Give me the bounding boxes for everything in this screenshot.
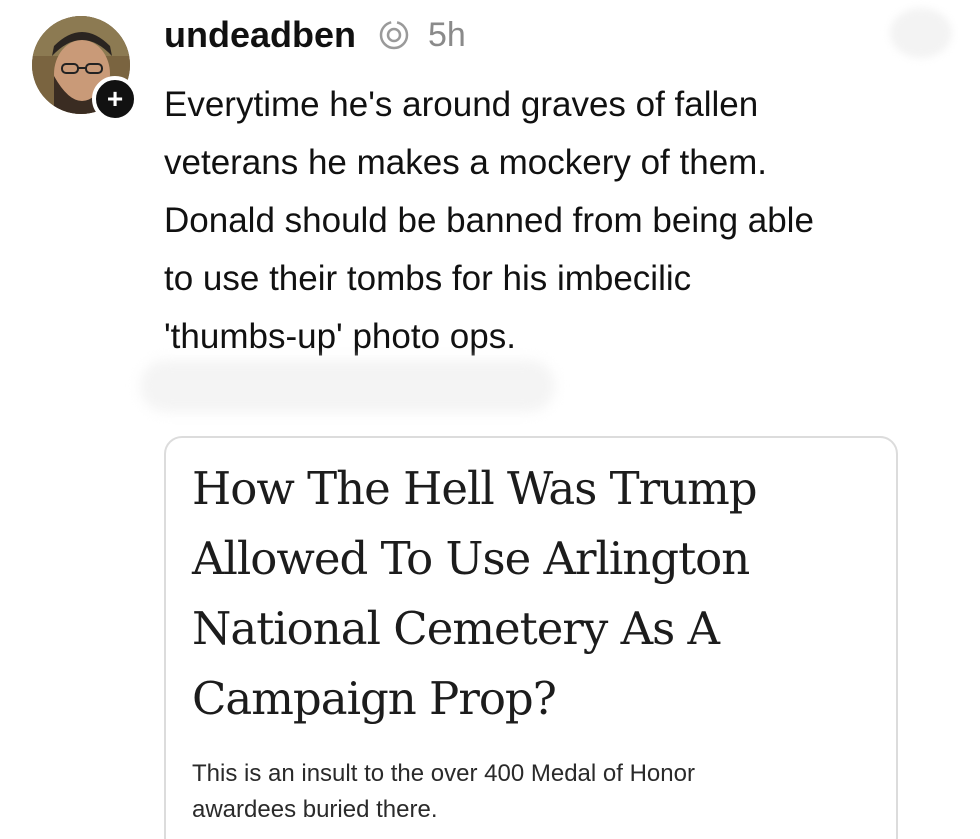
link-card-description-line: awardees buried there. [192, 796, 438, 823]
link-card-title-line: Campaign Prop? [192, 672, 557, 725]
post-text-line: 'thumbs-up' photo ops. [164, 317, 516, 356]
link-card-title-line: How The Hell Was Trump [192, 462, 758, 515]
threads-icon [378, 19, 410, 51]
username[interactable]: undeadben [164, 14, 356, 56]
post-text-line: to use their tombs for his imbecilic [164, 259, 692, 298]
avatar-container[interactable]: + [32, 16, 138, 122]
link-preview-card[interactable]: How The Hell Was Trump Allowed To Use Ar… [164, 436, 898, 839]
post-text-line: veterans he makes a mockery of them. [164, 143, 768, 182]
post-text-line: Everytime he's around graves of fallen [164, 85, 759, 124]
follow-plus-icon[interactable]: + [92, 76, 138, 122]
link-card-description-line: This is an insult to the over 400 Medal … [192, 760, 695, 787]
post-text-line: Donald should be banned from being able [164, 201, 814, 240]
link-card-title-line: National Cemetery As A [192, 602, 720, 655]
link-card-title[interactable]: How The Hell Was Trump Allowed To Use Ar… [192, 454, 882, 734]
post-body: Everytime he's around graves of fallen v… [164, 76, 954, 366]
post-header: undeadben 5h [164, 12, 466, 58]
post-timestamp: 5h [428, 15, 466, 54]
link-card-title-line: Allowed To Use Arlington [192, 532, 750, 585]
redacted-area [890, 8, 952, 58]
link-card-description: This is an insult to the over 400 Medal … [192, 756, 882, 828]
redacted-area [140, 360, 555, 412]
